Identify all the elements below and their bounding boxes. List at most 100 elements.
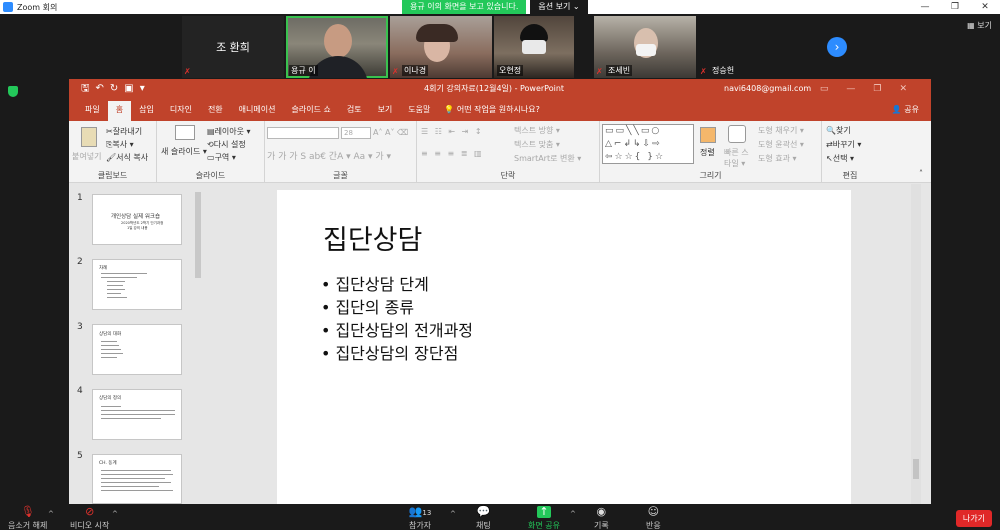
paste-button[interactable]: 붙여넣기 bbox=[72, 151, 101, 162]
new-slide-button[interactable]: 새 슬라이드 ▾ bbox=[161, 146, 207, 157]
share-screen-icon: ↑ bbox=[536, 506, 551, 518]
slide-number: 1 bbox=[77, 193, 83, 203]
new-slide-icon[interactable] bbox=[175, 125, 195, 140]
thumbnail-scrollbar[interactable] bbox=[195, 192, 201, 278]
participant-tile[interactable]: 오현정 bbox=[494, 16, 574, 78]
tab-transitions[interactable]: 전환 bbox=[200, 101, 231, 121]
tab-insert[interactable]: 삽입 bbox=[131, 101, 162, 121]
align-text-button[interactable]: 텍스트 맞춤 ▾ bbox=[514, 139, 560, 150]
participants-button[interactable]: 👥13 참가자 bbox=[405, 506, 435, 530]
quick-access-toolbar[interactable]: 🖫↶↻▣▾ bbox=[81, 81, 151, 98]
slide-bullet-list[interactable]: 집단상담 단계 집단의 종류 집단상담의 전개과정 집단상담의 장단점 bbox=[321, 273, 473, 365]
scrollbar-thumb[interactable] bbox=[913, 459, 919, 479]
tab-home[interactable]: 홈 bbox=[107, 101, 132, 121]
shape-effects-button[interactable]: 도형 효과 ▾ bbox=[758, 153, 797, 164]
format-painter-button[interactable]: 🖌서식 복사 bbox=[106, 152, 148, 163]
slide-thumbnail[interactable]: 상담의 대화 bbox=[92, 324, 182, 375]
shape-outline-button[interactable]: 도형 윤곽선 ▾ bbox=[758, 139, 804, 150]
quick-styles-button[interactable]: 빠른 스타일 ▾ bbox=[724, 147, 752, 169]
powerpoint-window: 🖫↶↻▣▾ 4회기 강의자료(12월4일) - PowerPoint navi6… bbox=[69, 79, 931, 504]
tab-view[interactable]: 보기 bbox=[370, 101, 401, 121]
close-icon[interactable]: ✕ bbox=[970, 0, 1000, 14]
share-screen-button[interactable]: ↑ 화면 공유 bbox=[528, 506, 560, 530]
next-page-arrow-icon[interactable]: › bbox=[827, 37, 847, 57]
slide-thumbnail[interactable]: 상담의 정의 bbox=[92, 389, 182, 440]
unmute-button[interactable]: 🎙 음소거 해제 bbox=[8, 506, 47, 530]
find-button[interactable]: 🔍찾기 bbox=[826, 125, 851, 136]
shape-fill-button[interactable]: 도형 채우기 ▾ bbox=[758, 125, 804, 136]
zoom-meeting-window: { "zoom": { "window_title": "Zoom 회의", "… bbox=[0, 0, 1000, 530]
text-direction-button[interactable]: 텍스트 방향 ▾ bbox=[514, 125, 560, 136]
find-label: 찾기 bbox=[835, 126, 851, 135]
participant-tile[interactable]: ✗ 정승헌 bbox=[698, 16, 798, 78]
record-button[interactable]: ◉ 기록 bbox=[594, 506, 609, 530]
tab-animations[interactable]: 애니메이션 bbox=[231, 101, 284, 121]
convert-smartart-button[interactable]: SmartArt로 변환 ▾ bbox=[514, 153, 581, 164]
arrange-icon[interactable] bbox=[700, 127, 716, 143]
tab-file[interactable]: 파일 bbox=[77, 101, 108, 121]
scissors-icon: ✂ bbox=[106, 127, 113, 136]
participants-caret-icon[interactable]: ^ bbox=[450, 510, 456, 518]
replace-button[interactable]: ⇄바꾸기 ▾ bbox=[826, 139, 861, 150]
security-shield-icon[interactable] bbox=[8, 86, 18, 97]
reactions-label: 반응 bbox=[646, 521, 661, 530]
current-slide[interactable]: 집단상담 집단상담 단계 집단의 종류 집단상담의 전개과정 집단상담의 장단점 bbox=[277, 190, 851, 504]
reset-button[interactable]: ⟲다시 설정 bbox=[207, 139, 246, 150]
participant-tile[interactable]: ✗ 이나경 bbox=[390, 16, 492, 78]
restore-icon[interactable]: ❐ bbox=[940, 0, 970, 14]
slide-scrollbar[interactable] bbox=[911, 184, 921, 504]
view-options-button[interactable]: 옵션 보기 ⌄ bbox=[530, 0, 588, 14]
slide-thumbnail-pane: 1 개인상담 실제 워크숍 2020학년도 2학기 단기과정 1일 강의 내용 … bbox=[69, 184, 203, 504]
share-button[interactable]: 👤 공유 bbox=[892, 101, 919, 119]
paste-icon[interactable] bbox=[81, 127, 97, 147]
arrange-button[interactable]: 정렬 bbox=[700, 147, 715, 158]
tab-help[interactable]: 도움말 bbox=[400, 101, 438, 121]
participant-tile-active-speaker[interactable]: 용규 이 bbox=[286, 16, 388, 78]
layout-button[interactable]: ▤레이아웃 ▾ bbox=[207, 126, 251, 137]
slide-thumbnail[interactable]: 개인상담 실제 워크숍 2020학년도 2학기 단기과정 1일 강의 내용 bbox=[92, 194, 182, 245]
shapes-gallery[interactable]: ▭▭╲╲▭○ △⌐↲↳⇩⇨ ⇦☆☆{ }☆ bbox=[602, 124, 694, 164]
view-toggle-button[interactable]: ▦ 보기 bbox=[967, 20, 992, 31]
participant-strip: 조 환희 ✗ 용규 이 ✗ 이나경 오현정 ✗ 조세빈 ✗ 정승헌 bbox=[182, 16, 798, 78]
participant-name: 이나경 bbox=[402, 65, 429, 76]
participant-count: 13 bbox=[422, 509, 432, 517]
tell-me-search[interactable]: 💡 어떤 작업을 원하시나요? bbox=[438, 101, 545, 121]
tab-slideshow[interactable]: 슬라이드 쇼 bbox=[283, 101, 338, 121]
chat-bubble-icon: 💬 bbox=[476, 505, 491, 518]
cut-button[interactable]: ✂잘라내기 bbox=[106, 126, 142, 137]
share-banner-text: 용규 이의 화면을 보고 있습니다. bbox=[402, 0, 527, 14]
audio-options-caret-icon[interactable]: ^ bbox=[48, 510, 54, 518]
select-label: 선택 ▾ bbox=[832, 154, 854, 163]
reactions-button[interactable]: ☺ 반응 bbox=[646, 506, 661, 530]
alignment-icons[interactable]: ≡ ≡ ≡ ≣ ▥ bbox=[421, 149, 484, 158]
thumbnail-text-line bbox=[101, 406, 121, 407]
leave-meeting-button[interactable]: 나가기 bbox=[955, 510, 992, 527]
quick-styles-icon[interactable] bbox=[728, 125, 746, 143]
font-name-input[interactable] bbox=[267, 127, 339, 139]
font-grow-shrink-icon[interactable]: A˄ A˅ ⌫ bbox=[373, 128, 408, 137]
start-video-button[interactable]: ⊘ 비디오 시작 bbox=[70, 506, 109, 530]
video-options-caret-icon[interactable]: ^ bbox=[112, 510, 118, 518]
share-options-caret-icon[interactable]: ^ bbox=[570, 510, 576, 518]
screen-share-banner: 용규 이의 화면을 보고 있습니다. 옵션 보기 ⌄ bbox=[402, 0, 588, 14]
slide-title[interactable]: 집단상담 bbox=[323, 218, 422, 257]
section-button[interactable]: ▭구역 ▾ bbox=[207, 152, 236, 163]
chat-button[interactable]: 💬 채팅 bbox=[476, 506, 491, 530]
collapse-ribbon-icon[interactable]: ˄ bbox=[919, 169, 923, 178]
thumbnail-text: 상담의 대화 bbox=[99, 332, 122, 337]
slide-thumbnail[interactable]: 차례 bbox=[92, 259, 182, 310]
slide-thumbnail[interactable]: CH. 동계 bbox=[92, 454, 182, 504]
list-indent-icons[interactable]: ☰ ☷ ⇤ ⇥ ↕ bbox=[421, 127, 484, 136]
participant-tile[interactable]: ✗ 조세빈 bbox=[594, 16, 696, 78]
slide-number: 2 bbox=[77, 257, 83, 267]
select-button[interactable]: ↖선택 ▾ bbox=[826, 153, 854, 164]
font-size-input[interactable]: 28 bbox=[341, 127, 371, 139]
ppt-window-controls[interactable]: ▭—❐✕ bbox=[820, 79, 925, 99]
participant-tile[interactable]: 조 환희 ✗ bbox=[182, 16, 284, 78]
minimize-icon[interactable]: — bbox=[910, 0, 940, 14]
font-style-buttons[interactable]: 가 가 가 S ab€ 간A ▾ Aa ▾ 가 ▾ bbox=[267, 149, 391, 162]
tab-review[interactable]: 검토 bbox=[339, 101, 370, 121]
copy-button[interactable]: ⎘복사 ▾ bbox=[106, 139, 134, 150]
account-email[interactable]: navi6408@gmail.com bbox=[724, 79, 811, 99]
tab-design[interactable]: 디자인 bbox=[162, 101, 200, 121]
